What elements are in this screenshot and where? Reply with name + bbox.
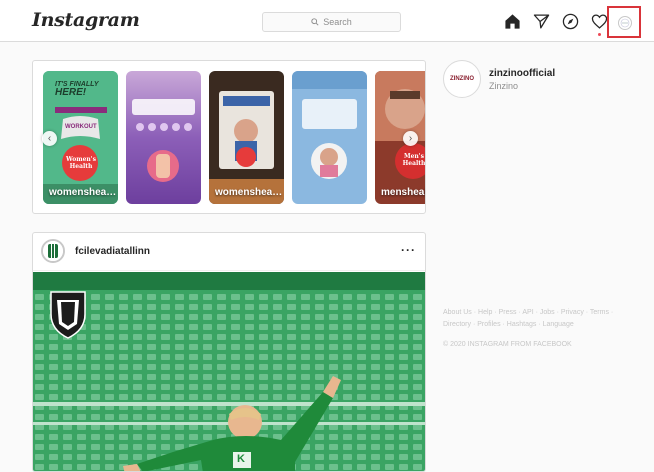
post-image[interactable]: K bbox=[33, 272, 425, 471]
home-icon[interactable] bbox=[503, 12, 521, 30]
post-username[interactable]: fcilevadiatallinn bbox=[75, 246, 150, 257]
post-header: fcilevadiatallinn ··· bbox=[33, 233, 425, 271]
sidebar-username[interactable]: zinzinoofficial bbox=[489, 68, 555, 79]
search-icon bbox=[311, 18, 319, 26]
feed-post: fcilevadiatallinn ··· K bbox=[32, 232, 426, 472]
search-placeholder: Search bbox=[323, 17, 352, 27]
top-navigation-bar: Instagram Search bbox=[0, 0, 654, 42]
explore-icon[interactable] bbox=[561, 12, 579, 30]
direct-icon[interactable] bbox=[532, 12, 550, 30]
story-headline: HERE! bbox=[55, 87, 87, 98]
story-brand: Women's Health bbox=[66, 156, 96, 170]
story-username: womenshea… bbox=[49, 187, 117, 198]
chevron-right-icon[interactable]: › bbox=[403, 131, 418, 146]
story-badge: WORKOUT bbox=[65, 124, 97, 130]
footer-links[interactable]: About Us · Help · Press · API · Jobs · P… bbox=[443, 307, 633, 331]
story-username: womenshea… bbox=[215, 187, 283, 198]
story-item[interactable]: womenshea… bbox=[209, 71, 284, 204]
chevron-left-icon[interactable]: ‹ bbox=[42, 131, 57, 146]
story-username: menshealt… bbox=[381, 187, 425, 198]
jersey-letter: K bbox=[237, 453, 245, 465]
sidebar-user-avatar[interactable]: ZINZINO bbox=[443, 60, 481, 98]
more-options-icon[interactable]: ··· bbox=[401, 243, 416, 257]
story-item[interactable] bbox=[292, 71, 367, 204]
footer-copyright: © 2020 INSTAGRAM FROM FACEBOOK bbox=[443, 341, 572, 348]
stories-tray: IT'S FINALLY HERE! WORKOUT Women's Healt… bbox=[32, 60, 426, 214]
sidebar-full-name: Zinzino bbox=[489, 81, 519, 91]
post-author-avatar[interactable] bbox=[41, 239, 65, 263]
profile-avatar[interactable] bbox=[618, 16, 632, 30]
activity-icon[interactable] bbox=[590, 12, 608, 36]
instagram-logo[interactable]: Instagram bbox=[32, 9, 140, 31]
search-input[interactable]: Search bbox=[262, 12, 401, 32]
story-brand: Men's Health bbox=[402, 153, 426, 167]
notification-dot bbox=[598, 33, 601, 36]
story-item[interactable] bbox=[126, 71, 201, 204]
story-item[interactable]: Men's Health menshealt… bbox=[375, 71, 426, 204]
profile-button-highlight[interactable] bbox=[607, 6, 641, 38]
